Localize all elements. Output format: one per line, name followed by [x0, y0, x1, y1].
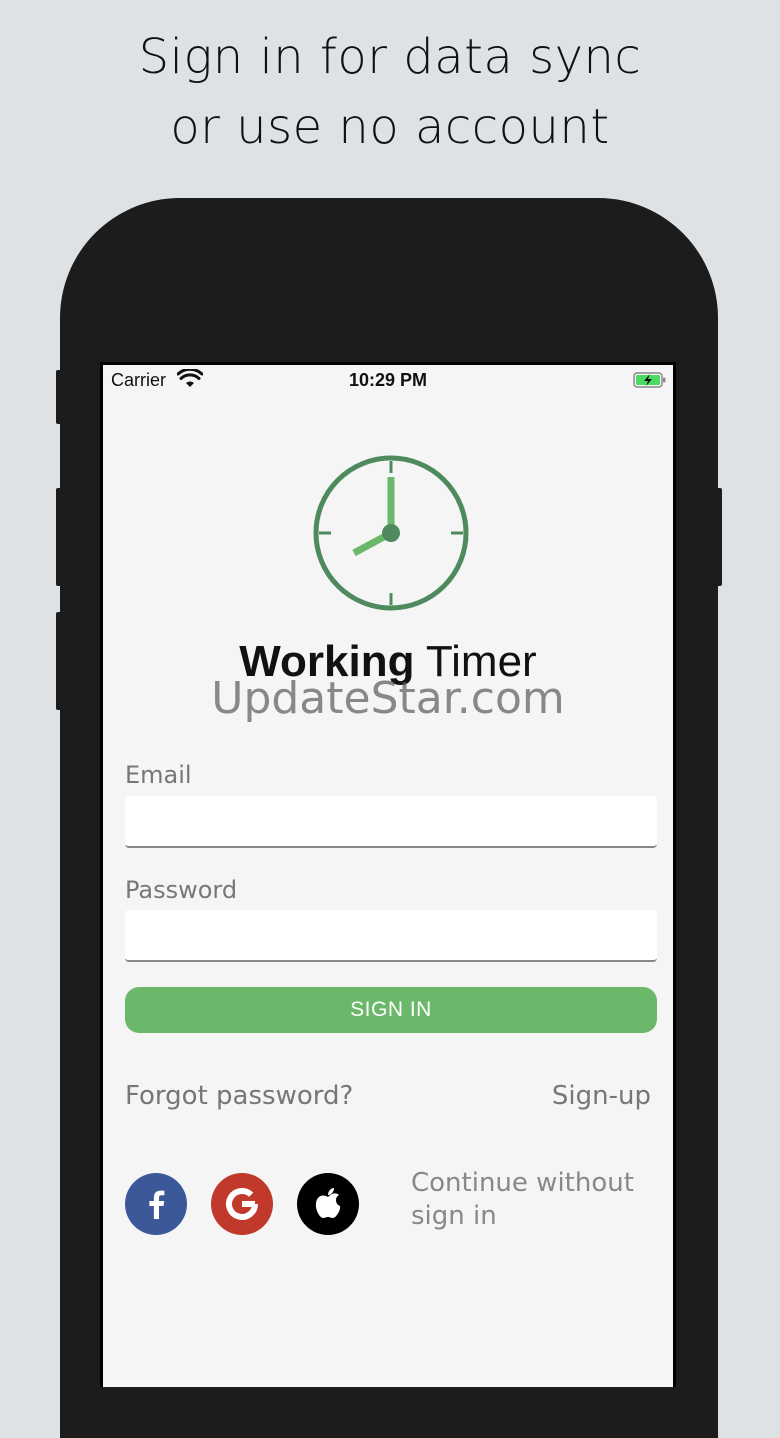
promo-headline: Sign in for data sync or use no account: [0, 22, 780, 162]
password-label: Password: [125, 876, 238, 904]
forgot-password-link[interactable]: Forgot password?: [125, 1081, 353, 1111]
clock-logo-icon: [313, 455, 469, 611]
phone-power-button: [716, 488, 722, 586]
watermark-text: UpdateStar.com: [211, 673, 565, 724]
headline-line-1: Sign in for data sync: [138, 29, 642, 85]
apple-login-button[interactable]: [297, 1173, 359, 1235]
status-bar: Carrier 10:29 PM: [103, 365, 673, 395]
phone-mute-switch: [56, 370, 62, 424]
status-time: 10:29 PM: [348, 370, 428, 390]
headline-line-2: or use no account: [170, 99, 610, 155]
battery-charging-icon: [633, 372, 666, 388]
password-field[interactable]: [125, 910, 657, 962]
sign-in-button[interactable]: SIGN IN: [125, 987, 657, 1033]
apple-icon: [297, 1173, 359, 1235]
phone-volume-down: [56, 612, 62, 710]
phone-volume-up: [56, 488, 62, 586]
email-field[interactable]: [125, 796, 657, 848]
email-label: Email: [125, 761, 192, 789]
facebook-login-button[interactable]: [125, 1173, 187, 1235]
google-login-button[interactable]: [211, 1173, 273, 1235]
google-icon: [211, 1173, 273, 1235]
app-screen: Carrier 10:29 PM Working Timer UpdateSta…: [100, 362, 676, 1387]
continue-without-sign-in-link[interactable]: Continue without sign in: [411, 1167, 651, 1233]
facebook-icon: [125, 1173, 187, 1235]
sign-up-link[interactable]: Sign-up: [552, 1081, 651, 1111]
